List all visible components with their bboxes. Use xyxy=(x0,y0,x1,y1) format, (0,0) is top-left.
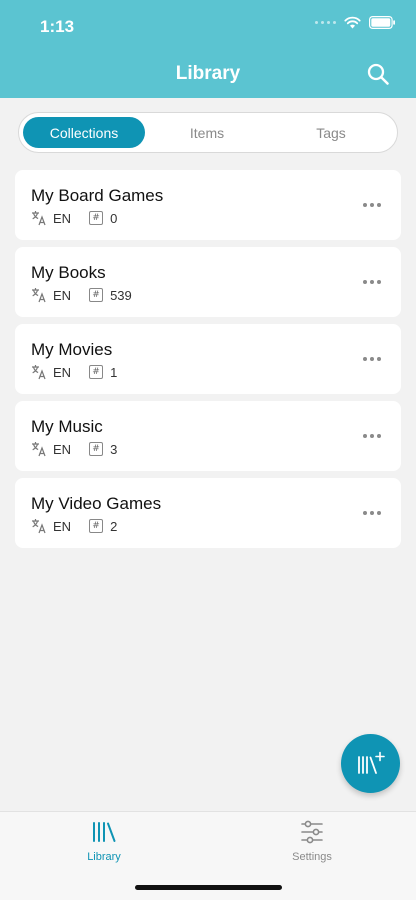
app-header: 1:13 Library xyxy=(0,0,416,98)
collection-title: My Movies xyxy=(31,340,113,359)
hash-icon: # xyxy=(89,211,104,225)
hash-icon: # xyxy=(89,288,104,302)
sliders-icon xyxy=(301,820,323,844)
collection-title: My Books xyxy=(31,263,106,282)
hash-icon: # xyxy=(89,519,104,533)
collection-meta: EN # 2 xyxy=(31,518,117,534)
tab-settings-label: Settings xyxy=(292,851,332,863)
home-indicator xyxy=(135,885,282,890)
item-count: 0 xyxy=(110,210,118,226)
battery-icon xyxy=(369,16,395,29)
add-collection-icon xyxy=(357,751,385,774)
hash-icon: # xyxy=(89,442,104,456)
translate-icon xyxy=(32,519,46,534)
translate-icon xyxy=(32,442,46,457)
tab-settings[interactable]: Settings xyxy=(252,820,372,863)
collection-meta: EN # 0 xyxy=(31,210,117,226)
segmented-control: Collections Items Tags xyxy=(18,112,398,153)
tab-items[interactable]: Items xyxy=(145,117,269,148)
tab-library[interactable]: Library xyxy=(44,820,164,863)
translate-icon xyxy=(32,365,46,380)
collection-card[interactable]: My Movies EN # 1 xyxy=(15,324,401,394)
collection-title: My Board Games xyxy=(31,186,164,205)
wifi-icon xyxy=(344,16,361,29)
status-icons xyxy=(315,16,396,29)
page-title: Library xyxy=(175,63,241,84)
collection-title: My Music xyxy=(31,417,103,436)
more-options-button[interactable] xyxy=(363,507,381,519)
tab-tags[interactable]: Tags xyxy=(269,117,393,148)
collection-card[interactable]: My Music EN # 3 xyxy=(15,401,401,471)
language-label: EN xyxy=(53,518,72,534)
collection-card[interactable]: My Video Games EN # 2 xyxy=(15,478,401,548)
more-options-button[interactable] xyxy=(363,353,381,365)
language-label: EN xyxy=(53,441,72,457)
tab-library-label: Library xyxy=(87,851,121,863)
item-count: 539 xyxy=(110,287,132,303)
collection-card[interactable]: My Board Games EN # 0 xyxy=(15,170,401,240)
search-button[interactable] xyxy=(366,62,390,86)
add-collection-button[interactable] xyxy=(341,734,400,793)
collection-meta: EN # 539 xyxy=(31,287,132,303)
translate-icon xyxy=(32,211,46,226)
collection-card[interactable]: My Books EN # 539 xyxy=(15,247,401,317)
more-options-button[interactable] xyxy=(363,199,381,211)
language-label: EN xyxy=(53,287,72,303)
collection-meta: EN # 3 xyxy=(31,441,117,457)
collection-title: My Video Games xyxy=(31,494,162,513)
more-options-button[interactable] xyxy=(363,430,381,442)
status-time: 1:13 xyxy=(40,17,75,36)
translate-icon xyxy=(32,288,46,303)
signal-icon xyxy=(315,21,336,24)
library-icon xyxy=(93,822,116,842)
item-count: 2 xyxy=(110,518,118,534)
item-count: 3 xyxy=(110,441,118,457)
language-label: EN xyxy=(53,364,72,380)
search-icon xyxy=(367,63,389,85)
tab-collections[interactable]: Collections xyxy=(23,117,145,148)
more-options-button[interactable] xyxy=(363,276,381,288)
hash-icon: # xyxy=(89,365,104,379)
collection-meta: EN # 1 xyxy=(31,364,117,380)
language-label: EN xyxy=(53,210,72,226)
item-count: 1 xyxy=(110,364,118,380)
